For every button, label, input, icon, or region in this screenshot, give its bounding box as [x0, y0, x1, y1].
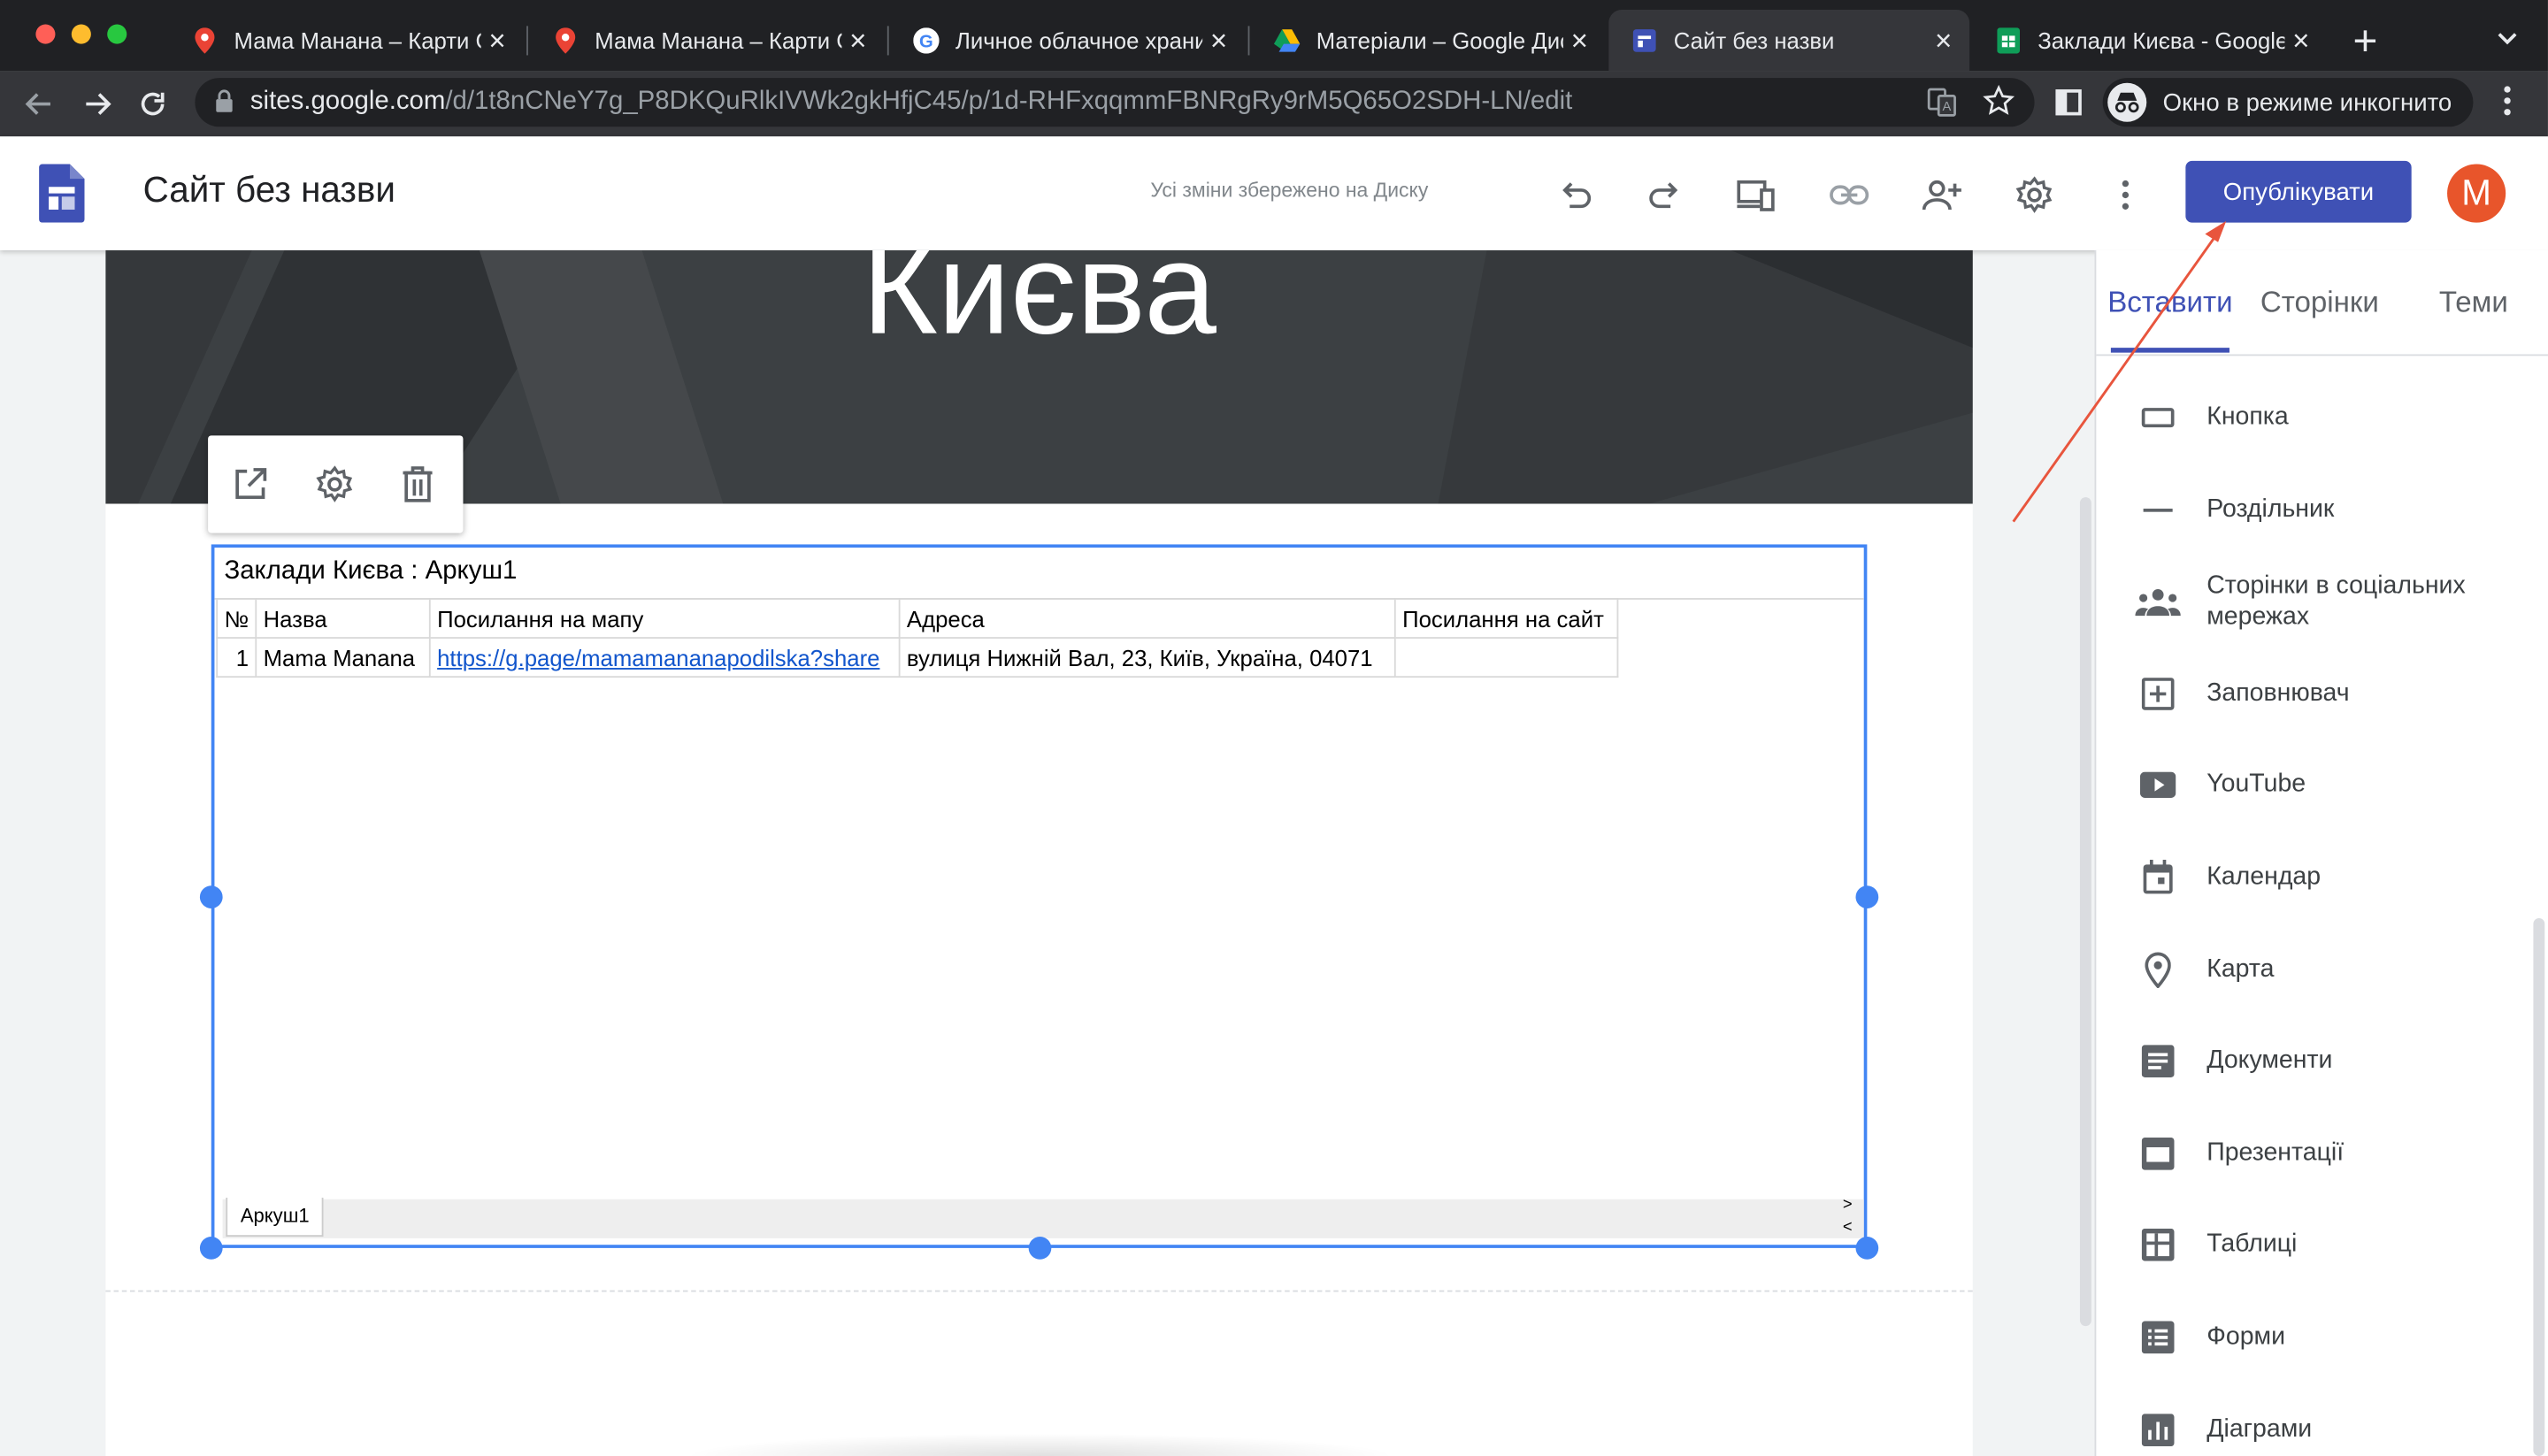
annotation-arrow	[2012, 220, 2227, 523]
